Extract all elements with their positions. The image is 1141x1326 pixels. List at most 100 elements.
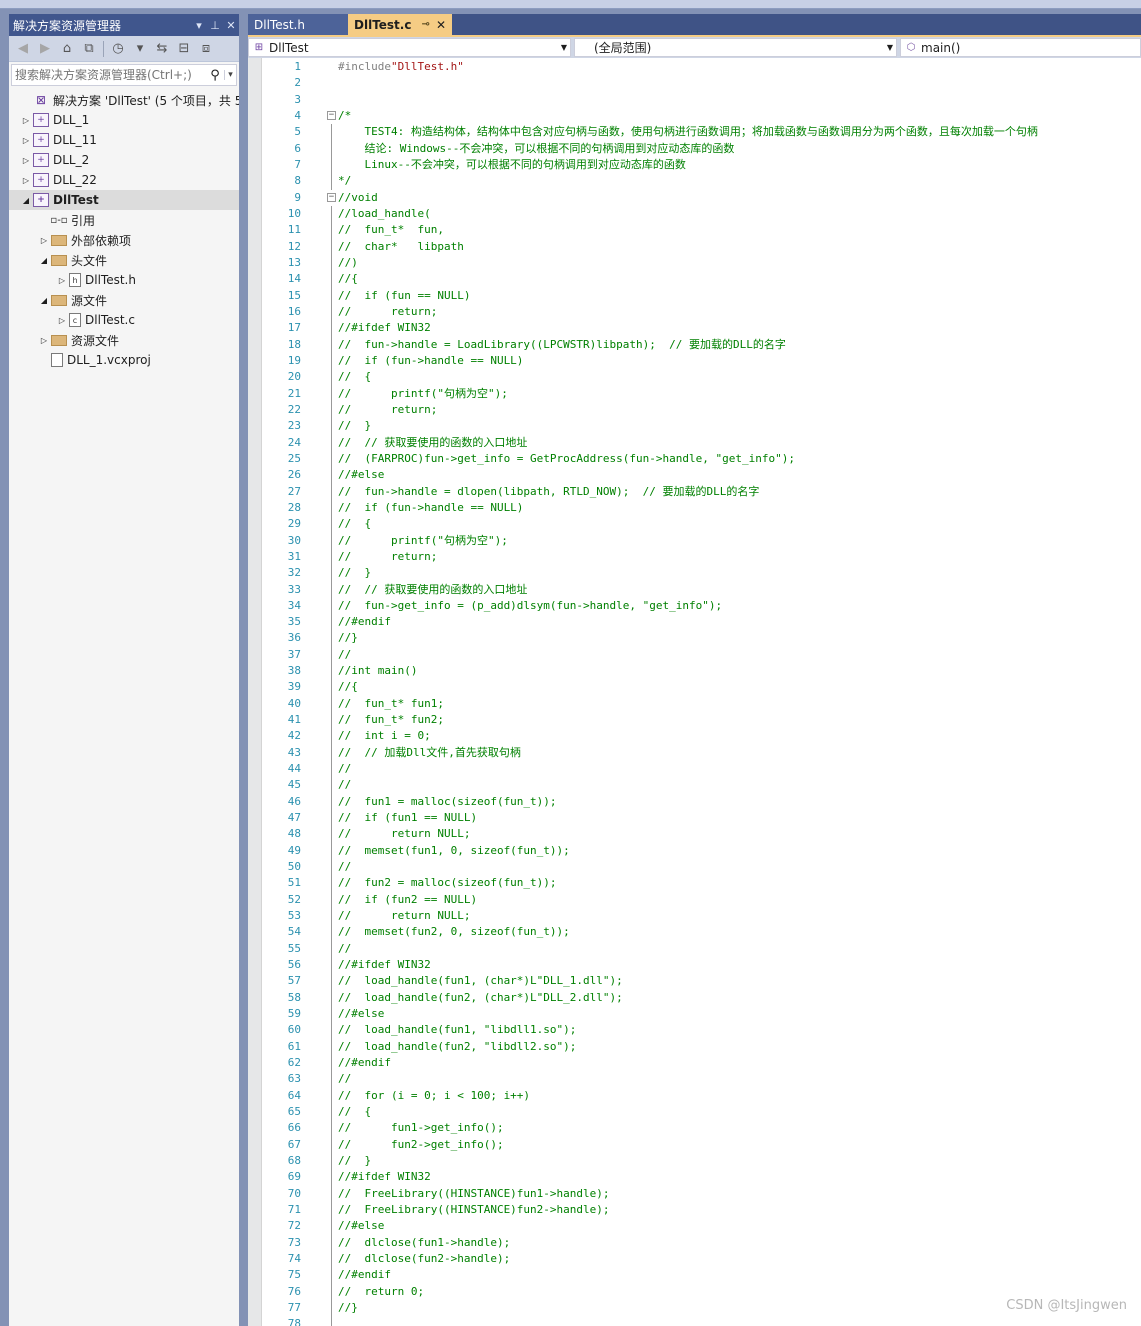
line-number: 7 <box>294 157 301 171</box>
tree-item[interactable]: ▷ + DLL_1 <box>9 110 239 130</box>
collapse-arrow-icon[interactable]: ◢ <box>37 296 51 305</box>
tree-item[interactable]: ⊠ 解决方案 'DllTest' (5 个项目，共 5 个) <box>9 90 239 110</box>
close-tab-icon[interactable]: ✕ <box>436 18 446 32</box>
tree-item[interactable]: ▷ 外部依赖项 <box>9 230 239 250</box>
search-options-dropdown-icon[interactable]: ▾ <box>224 70 236 80</box>
expand-arrow-icon[interactable]: ▷ <box>19 156 33 165</box>
search-input[interactable] <box>15 68 206 82</box>
code-text: //#endif <box>338 1268 391 1282</box>
project-dropdown[interactable]: ⊞ DllTest ▼ <box>248 38 571 57</box>
tree-item[interactable]: ▷ c DllTest.c <box>9 310 239 330</box>
chevron-down-icon[interactable]: ▾ <box>130 39 150 59</box>
code-text: // load_handle(fun1, "libdll1.so"); <box>338 1023 577 1037</box>
fold-guide-line <box>331 1104 332 1121</box>
line-number: 38 <box>287 664 301 678</box>
tree-item[interactable]: ▷ 资源文件 <box>9 330 239 350</box>
tab-dlltest-h[interactable]: DllTest.h <box>248 14 348 35</box>
line-number: 35 <box>287 615 301 629</box>
show-all-files-icon[interactable]: ⧈ <box>196 39 216 59</box>
expand-arrow-icon[interactable]: ▷ <box>37 236 51 245</box>
folder-icon <box>51 334 67 346</box>
line-number: 23 <box>287 419 301 433</box>
switch-views-icon[interactable]: ⧉ <box>79 39 99 59</box>
code-line: 70 // FreeLibrary((HINSTANCE)fun1->handle… <box>248 1185 1141 1202</box>
tree-item-label: 引用 <box>71 213 96 228</box>
header-file-icon: h <box>69 273 81 287</box>
code-line: 12 // char* libpath <box>248 238 1141 255</box>
expand-arrow-icon[interactable]: ▷ <box>55 276 69 285</box>
code-text: // FreeLibrary((HINSTANCE)fun1->handle); <box>338 1186 610 1200</box>
collapse-arrow-icon[interactable]: ◢ <box>37 256 51 265</box>
code-line: 65 // { <box>248 1104 1141 1121</box>
fold-guide-line <box>331 401 332 419</box>
code-text: // fun2 = malloc(sizeof(fun_t)); <box>338 876 557 890</box>
fold-guide-line <box>331 581 332 598</box>
close-icon[interactable]: ✕ <box>223 19 239 32</box>
tree-item[interactable]: ▷ h DllTest.h <box>9 270 239 290</box>
tab-label: DllTest.h <box>254 17 305 32</box>
collapse-region-icon[interactable]: − <box>327 192 336 202</box>
expand-arrow-icon[interactable]: ▷ <box>55 316 69 325</box>
code-text: // fun->handle = dlopen(libpath, RTLD_NO… <box>338 484 760 498</box>
code-text: // load_handle(fun2, (char*)L"DLL_2.dll"… <box>338 990 623 1004</box>
code-line: 48 // return NULL; <box>248 826 1141 843</box>
pin-tab-icon[interactable]: ⊸ <box>422 19 430 30</box>
expand-arrow-icon[interactable]: ▷ <box>37 336 51 345</box>
collapse-region-icon[interactable]: − <box>327 110 336 120</box>
collapse-all-icon[interactable]: ⊟ <box>174 39 194 59</box>
expand-arrow-icon[interactable]: ▷ <box>19 116 33 125</box>
fold-guide-line <box>331 287 332 304</box>
fold-guide-line <box>331 761 332 778</box>
code-line: 32 // } <box>248 565 1141 582</box>
fold-guide-line <box>331 891 332 909</box>
code-editor[interactable]: 1 #include"DllTest.h" 2 3 4−/* 5 TEST4: 构造结构体… <box>248 58 1141 1326</box>
scope-dropdown[interactable]: (全局范围) ▼ <box>574 38 897 57</box>
code-text: // printf("句柄为空"); <box>338 533 508 547</box>
search-icon[interactable]: ⚲ <box>206 68 224 83</box>
line-number: 49 <box>287 843 301 857</box>
fold-guide-line <box>331 499 332 517</box>
expand-arrow-icon[interactable]: ▷ <box>19 136 33 145</box>
tree-item[interactable]: ▷ + DLL_11 <box>9 130 239 150</box>
tree-item[interactable]: ▷ + DLL_22 <box>9 170 239 190</box>
fold-guide-line <box>331 1022 332 1039</box>
code-text: // return NULL; <box>338 827 471 841</box>
sync-with-active-document-icon[interactable]: ⇆ <box>152 39 172 59</box>
tree-item[interactable]: ▷ + DLL_2 <box>9 150 239 170</box>
line-number: 31 <box>287 549 301 563</box>
line-number: 10 <box>287 206 301 220</box>
pending-changes-filter-icon[interactable]: ◷ <box>108 39 128 59</box>
fold-guide-line <box>331 1201 332 1219</box>
window-position-dropdown-icon[interactable]: ▾ <box>191 19 207 32</box>
code-line: 60 // load_handle(fun1, "libdll1.so"); <box>248 1022 1141 1039</box>
code-line: 20 // { <box>248 369 1141 386</box>
fold-guide-line <box>331 1120 332 1137</box>
code-text: */ <box>338 174 352 188</box>
home-icon[interactable]: ⌂ <box>57 39 77 59</box>
tree-item[interactable]: ▫-▫ 引用 <box>9 210 239 230</box>
code-text: // return; <box>338 549 438 563</box>
collapse-arrow-icon[interactable]: ◢ <box>19 196 33 205</box>
line-number: 64 <box>287 1088 301 1102</box>
fold-guide-line <box>331 1299 332 1317</box>
expand-arrow-icon[interactable]: ▷ <box>19 176 33 185</box>
back-arrow-icon[interactable]: ◀ <box>13 39 33 59</box>
line-number: 56 <box>287 958 301 972</box>
member-dropdown[interactable]: ⬡ main() <box>900 38 1141 57</box>
tree-item[interactable]: ◢ + DllTest <box>9 190 239 210</box>
code-text: // // 获取要使用的函数的入口地址 <box>338 582 528 596</box>
tree-item[interactable]: ◢ 头文件 <box>9 250 239 270</box>
solution-explorer-search-box[interactable]: ⚲ ▾ <box>11 64 237 86</box>
tree-item[interactable]: DLL_1.vcxproj <box>9 350 239 370</box>
code-text: // <box>338 1072 352 1086</box>
tree-item[interactable]: ◢ 源文件 <box>9 290 239 310</box>
line-number: 44 <box>287 762 301 776</box>
forward-arrow-icon[interactable]: ▶ <box>35 39 55 59</box>
tab-dlltest-c[interactable]: DllTest.c ⊸ ✕ <box>348 14 452 35</box>
fold-guide-line <box>331 826 332 843</box>
pin-icon[interactable]: ⊥ <box>207 19 223 32</box>
code-line: 59 //#else <box>248 1006 1141 1023</box>
panel-splitter[interactable] <box>239 14 248 1326</box>
solution-icon: ⊠ <box>35 93 47 107</box>
line-number: 50 <box>287 860 301 874</box>
